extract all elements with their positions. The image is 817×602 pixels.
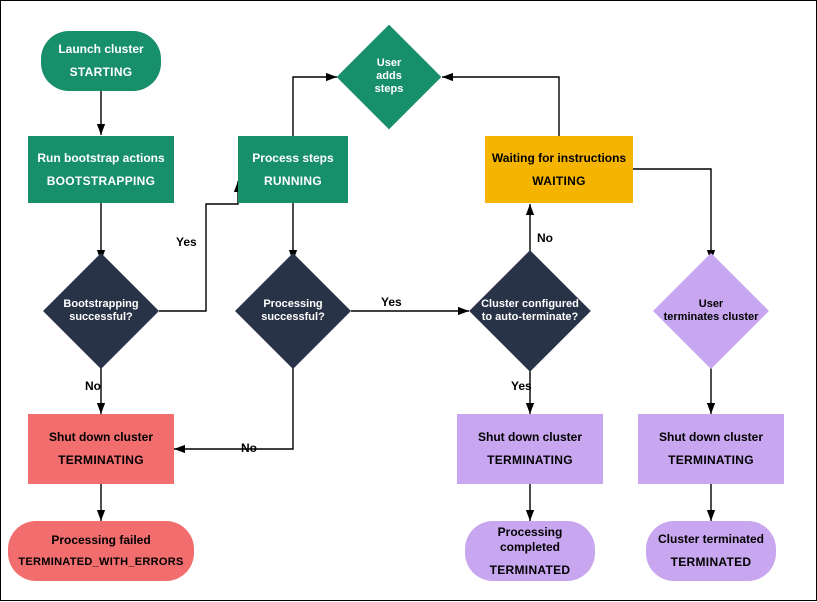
node-start-title: Launch cluster [58, 42, 143, 57]
node-waiting-state: WAITING [532, 174, 585, 189]
node-bootstrap-state: BOOTSTRAPPING [47, 174, 156, 189]
node-process: Process steps RUNNING [238, 136, 348, 203]
node-start-state: STARTING [70, 65, 133, 80]
edge-boot-yes: Yes [176, 235, 197, 249]
node-terminating-fail: Shut down cluster TERMINATING [28, 414, 174, 484]
edge-proc-yes: Yes [381, 295, 402, 309]
node-terminated-user-title: Cluster terminated [658, 532, 764, 547]
edge-proc-no: No [241, 441, 257, 455]
node-terminating-ok-state: TERMINATING [487, 453, 573, 468]
node-bootstrap-title: Run bootstrap actions [37, 151, 164, 166]
node-terminating-user-title: Shut down cluster [659, 430, 763, 445]
node-terminating-ok: Shut down cluster TERMINATING [457, 414, 603, 484]
node-process-state: RUNNING [264, 174, 322, 189]
node-bootstrap: Run bootstrap actions BOOTSTRAPPING [28, 136, 174, 203]
node-terminating-user: Shut down cluster TERMINATING [638, 414, 784, 484]
edge-auto-yes: Yes [511, 379, 532, 393]
flowchart-canvas: Launch cluster STARTING Run bootstrap ac… [0, 0, 817, 601]
node-start: Launch cluster STARTING [41, 31, 161, 91]
node-waiting: Waiting for instructions WAITING [485, 136, 633, 203]
node-terminated-errors-title: Processing failed [51, 533, 150, 548]
node-process-title: Process steps [252, 151, 333, 166]
node-waiting-title: Waiting for instructions [492, 151, 626, 166]
node-terminated-ok-title: Processing completed [469, 525, 591, 555]
node-terminated-ok-state: TERMINATED [490, 563, 571, 578]
node-terminated-ok: Processing completed TERMINATED [465, 521, 595, 581]
node-terminated-errors-state: TERMINATED_WITH_ERRORS [18, 556, 183, 570]
node-terminating-user-state: TERMINATING [668, 453, 754, 468]
node-terminated-user-state: TERMINATED [671, 555, 752, 570]
node-terminating-ok-title: Shut down cluster [478, 430, 582, 445]
node-terminating-fail-state: TERMINATING [58, 453, 144, 468]
edge-boot-no: No [85, 379, 101, 393]
node-terminated-errors: Processing failed TERMINATED_WITH_ERRORS [8, 521, 194, 581]
edge-auto-no: No [537, 231, 553, 245]
node-terminated-user: Cluster terminated TERMINATED [646, 521, 776, 581]
node-terminating-fail-title: Shut down cluster [49, 430, 153, 445]
